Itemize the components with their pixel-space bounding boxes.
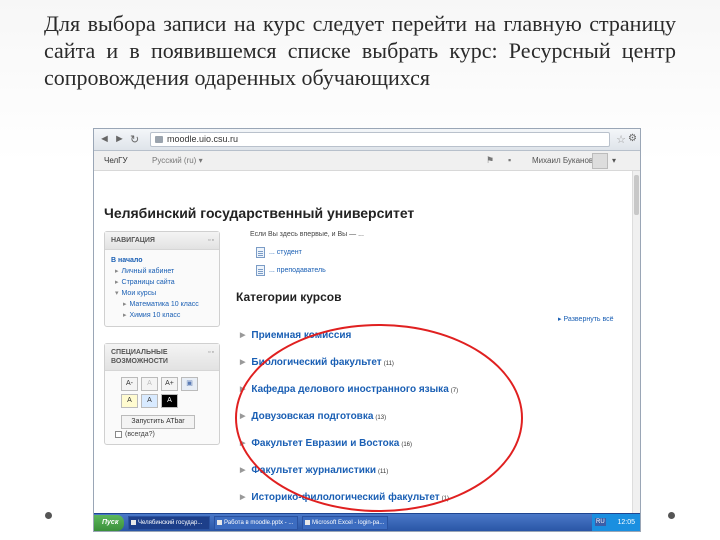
page-scrollbar[interactable] [632, 171, 640, 513]
user-menu[interactable]: Михаил Буканов [532, 156, 593, 165]
taskbar-item[interactable]: Челябинский государ... [128, 516, 210, 530]
reload-icon[interactable]: ↻ [130, 133, 139, 146]
accessibility-block: СПЕЦИАЛЬНЫЕ ВОЗМОЖНОСТИ ▫▫ A- A A+ ▣ A A… [104, 343, 220, 445]
contrast-blue-button[interactable]: A [141, 394, 158, 408]
atbar-launch-button[interactable]: Запустить ATbar [121, 415, 195, 429]
system-tray: RU 12:05 [592, 514, 640, 531]
font-increase-button[interactable]: A+ [161, 377, 178, 391]
triangle-right-icon: ▶ [240, 467, 246, 474]
slide-dot-left [45, 512, 52, 519]
expand-all-link[interactable]: ▸ Развернуть всё [558, 315, 614, 323]
windows-taskbar: Пуск Челябинский государ... Работа в moo… [94, 513, 640, 531]
triangle-down-icon: ▾ [115, 290, 119, 297]
nav-item-label: Мои курсы [121, 290, 157, 297]
nav-item[interactable]: ▸ Химия 10 класс [111, 310, 213, 321]
nav-item-label: Математика 10 класс [129, 301, 199, 308]
document-icon [256, 247, 265, 258]
role-student-link[interactable]: ... студент [256, 247, 302, 258]
highlight-oval [235, 324, 523, 512]
moodle-topbar: ЧелГУ Русский (ru) ▾ ⚑ ▪ Михаил Буканов … [94, 151, 640, 171]
role-teacher-link[interactable]: ... преподаватель [256, 265, 326, 276]
language-menu[interactable]: Русский (ru) ▾ [152, 156, 203, 165]
atbar-always-option[interactable]: (всегда?) [105, 429, 219, 444]
nav-item[interactable]: ▸ Личный кабинет [111, 266, 213, 277]
save-settings-icon[interactable]: ▣ [181, 377, 198, 391]
accessibility-block-title-line1: СПЕЦИАЛЬНЫЕ [111, 349, 168, 356]
nav-item[interactable]: ▸ Страницы сайта [111, 277, 213, 288]
url-field[interactable]: moodle.uio.csu.ru [150, 132, 610, 147]
triangle-right-icon: ▶ [240, 359, 246, 366]
triangle-right-icon: ▸ [123, 312, 127, 319]
nav-item[interactable]: ▾ Мои курсы [111, 288, 213, 299]
page-icon [155, 136, 163, 143]
atbar-always-label: (всегда?) [125, 431, 155, 438]
triangle-right-icon: ▶ [240, 332, 246, 339]
back-icon[interactable]: ◄ [99, 133, 110, 145]
block-controls-icon[interactable]: ▫▫ [208, 236, 215, 245]
font-decrease-button[interactable]: A- [121, 377, 138, 391]
block-controls-icon[interactable]: ▫▫ [208, 348, 215, 357]
accessibility-block-title-line2: ВОЗМОЖНОСТИ [111, 358, 168, 365]
role-label: ... студент [269, 249, 302, 256]
bookmark-star-icon[interactable]: ☆ [616, 133, 626, 146]
site-title: Челябинский государственный университет [104, 205, 415, 221]
triangle-right-icon: ▸ [123, 301, 127, 308]
taskbar-item[interactable]: Microsoft Excel - login-pa... [302, 516, 388, 530]
contrast-yellow-button[interactable]: A [121, 394, 138, 408]
triangle-right-icon: ▸ [115, 279, 119, 286]
atbar-always-checkbox[interactable] [115, 431, 122, 438]
navigation-block: НАВИГАЦИЯ ▫▫ В начало ▸ Личный кабинет ▸ С… [104, 231, 220, 327]
triangle-right-icon: ▶ [240, 494, 246, 501]
categories-title: Категории курсов [236, 290, 342, 304]
scrollbar-thumb[interactable] [634, 175, 639, 215]
navigation-block-title: НАВИГАЦИЯ [111, 237, 155, 244]
nav-item-label: Личный кабинет [121, 268, 175, 275]
role-label: ... преподаватель [269, 267, 326, 274]
document-icon [256, 265, 265, 276]
navigation-block-header: НАВИГАЦИЯ ▫▫ [105, 232, 219, 250]
forward-icon[interactable]: ► [114, 133, 125, 145]
chevron-down-icon[interactable]: ▾ [612, 156, 616, 165]
messages-icon[interactable]: ▪ [508, 155, 511, 165]
brand-link[interactable]: ЧелГУ [104, 156, 128, 165]
browser-address-bar: ◄ ► ↻ moodle.uio.csu.ru ☆ ⚙ [94, 129, 640, 151]
settings-icon[interactable]: ⚙ [628, 133, 637, 144]
accessibility-block-header: СПЕЦИАЛЬНЫЕ ВОЗМОЖНОСТИ ▫▫ [105, 344, 219, 371]
nav-item[interactable]: ▸ Математика 10 класс [111, 299, 213, 310]
nav-home-link[interactable]: В начало [111, 255, 213, 266]
welcome-text: Если Вы здесь впервые, и Вы — ... [250, 231, 364, 238]
triangle-right-icon: ▸ [115, 268, 119, 275]
clock[interactable]: 12:05 [617, 519, 635, 526]
flag-icon[interactable]: ⚑ [486, 155, 494, 166]
taskbar-item[interactable]: Работа в moodle.pptx - ... [214, 516, 298, 530]
avatar[interactable] [592, 153, 608, 169]
start-button[interactable]: Пуск [94, 515, 124, 531]
slide-dot-right [668, 512, 675, 519]
contrast-black-button[interactable]: A [161, 394, 178, 408]
navigation-list: В начало ▸ Личный кабинет ▸ Страницы сайта… [105, 250, 219, 326]
nav-item-label: Страницы сайта [121, 279, 175, 286]
nav-item-label: Химия 10 класс [129, 312, 181, 319]
font-reset-button[interactable]: A [141, 377, 158, 391]
accessibility-controls: A- A A+ ▣ A A A [105, 371, 219, 413]
url-text: moodle.uio.csu.ru [167, 134, 239, 144]
browser-screenshot: ◄ ► ↻ moodle.uio.csu.ru ☆ ⚙ ЧелГУ Русски… [93, 128, 641, 532]
keyboard-language[interactable]: RU [595, 518, 606, 526]
slide-caption: Для выбора записи на курс следует перейт… [44, 11, 676, 90]
